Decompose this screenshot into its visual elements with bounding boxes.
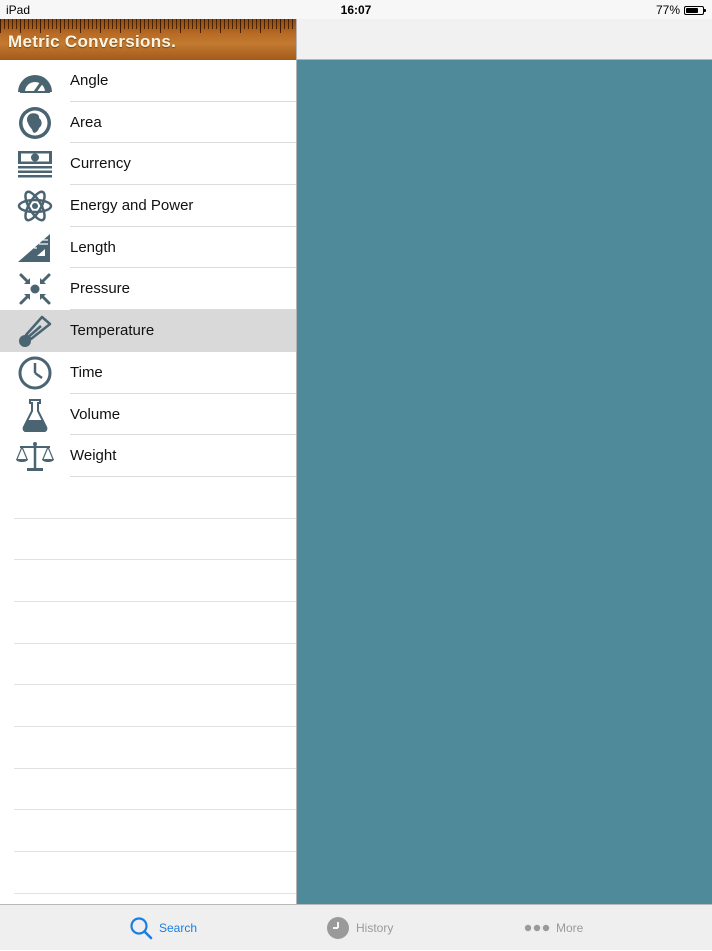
- detail-pane: [297, 60, 712, 904]
- empty-row: [0, 810, 296, 853]
- list-item-temperature[interactable]: Temperature: [0, 310, 296, 352]
- tab-more[interactable]: More: [524, 905, 583, 951]
- list-item-energy-and-power[interactable]: Energy and Power: [0, 185, 296, 227]
- list-item-currency[interactable]: Currency: [0, 143, 296, 186]
- empty-row: [0, 519, 296, 561]
- compress-arrows-icon: [19, 273, 51, 305]
- tab-label: More: [556, 921, 584, 935]
- empty-row: [0, 727, 296, 769]
- list-item-label: Energy and Power: [70, 197, 194, 215]
- list-item-weight[interactable]: Weight: [0, 435, 296, 477]
- atom-icon: [17, 190, 53, 222]
- detail-nav-bar: [297, 19, 712, 60]
- list-item-pressure[interactable]: Pressure: [0, 268, 296, 311]
- battery-icon: [684, 5, 706, 15]
- clock-icon: [18, 356, 52, 390]
- clock: 16:07: [340, 3, 372, 17]
- master-pane: Metric Conversions. Angle Area Currency …: [0, 19, 297, 904]
- empty-row: [0, 852, 296, 894]
- empty-row: [0, 685, 296, 727]
- globe-icon: [19, 106, 51, 139]
- list-item-label: Time: [70, 363, 103, 381]
- list-item-length[interactable]: Length: [0, 227, 296, 269]
- list-item-label: Volume: [70, 405, 121, 423]
- magnifier-icon: [130, 917, 153, 940]
- list-item-label: Pressure: [70, 280, 131, 298]
- category-list: Angle Area Currency Energy and Power Len…: [0, 60, 296, 894]
- tab-bar: Search History More: [0, 904, 712, 950]
- ellipsis-icon: [524, 924, 550, 932]
- nav-header: Metric Conversions.: [0, 19, 296, 60]
- empty-row: [0, 644, 296, 686]
- protractor-icon: [18, 75, 52, 93]
- scales-icon: [16, 442, 54, 472]
- tab-history[interactable]: History: [326, 905, 393, 951]
- empty-row: [0, 560, 296, 602]
- list-item-label: Weight: [70, 447, 117, 465]
- tab-search[interactable]: Search: [129, 905, 197, 951]
- empty-row: [0, 477, 296, 519]
- empty-row: [0, 602, 296, 644]
- empty-row: [0, 769, 296, 811]
- thermometer-icon: [19, 315, 52, 348]
- list-item-label: Length: [70, 238, 116, 256]
- banknotes-icon: [18, 151, 52, 178]
- list-item-angle[interactable]: Angle: [0, 60, 296, 102]
- list-item-label: Currency: [70, 155, 131, 173]
- list-item-area[interactable]: Area: [0, 102, 296, 144]
- tab-label: History: [356, 921, 394, 935]
- list-item-label: Area: [70, 113, 102, 131]
- status-bar: iPad 16:07 77%: [0, 0, 712, 19]
- set-square-icon: [18, 233, 50, 262]
- battery-status: 77%: [655, 3, 706, 17]
- battery-percent: 77%: [655, 3, 680, 17]
- page-title: Metric Conversions.: [8, 32, 177, 51]
- clock-icon: [327, 917, 349, 939]
- list-item-volume[interactable]: Volume: [0, 394, 296, 436]
- list-item-time[interactable]: Time: [0, 352, 296, 394]
- list-item-label: Temperature: [70, 322, 155, 340]
- flask-icon: [22, 398, 48, 432]
- tab-label: Search: [159, 921, 198, 935]
- list-item-label: Angle: [70, 72, 109, 89]
